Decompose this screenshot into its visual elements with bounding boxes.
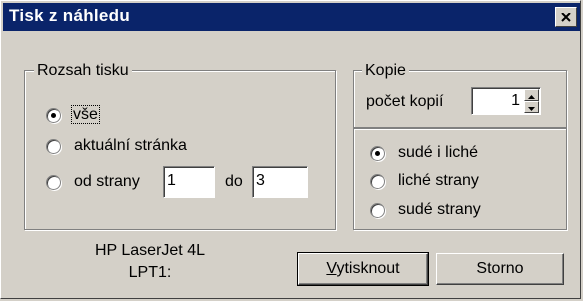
radio-from-page[interactable] bbox=[46, 175, 61, 190]
title-bar[interactable]: Tisk z náhledu bbox=[3, 3, 580, 31]
copies-count-value[interactable]: 1 bbox=[472, 90, 520, 112]
print-button-label-rest: ytisknout bbox=[336, 260, 400, 277]
copies-legend: Kopie bbox=[362, 62, 409, 80]
print-button-mnemonic: V bbox=[326, 260, 337, 277]
close-button[interactable] bbox=[555, 7, 577, 27]
copies-spinner[interactable]: 1 bbox=[471, 87, 541, 115]
radio-odd-pages[interactable] bbox=[370, 174, 385, 189]
radio-current-page-label[interactable]: aktuální stránka bbox=[74, 136, 187, 156]
close-icon bbox=[561, 12, 571, 22]
window-title: Tisk z náhledu bbox=[9, 6, 131, 25]
printer-port: LPT1: bbox=[128, 264, 172, 281]
print-button[interactable]: Vytisknout bbox=[297, 252, 429, 286]
to-page-input[interactable]: 3 bbox=[252, 166, 308, 198]
radio-even-pages-label[interactable]: sudé strany bbox=[398, 200, 481, 220]
radio-even-and-odd[interactable] bbox=[370, 146, 385, 161]
radio-all-label[interactable]: vše bbox=[71, 105, 100, 124]
radio-odd-pages-label[interactable]: liché strany bbox=[398, 171, 479, 191]
from-page-input[interactable]: 1 bbox=[163, 166, 215, 198]
printer-name: HP LaserJet 4L bbox=[95, 242, 205, 259]
radio-from-page-label[interactable]: od strany bbox=[74, 172, 140, 192]
radio-current-page[interactable] bbox=[46, 139, 61, 154]
radio-all[interactable] bbox=[46, 108, 61, 123]
spin-down-button[interactable] bbox=[524, 101, 539, 113]
cancel-button[interactable]: Storno bbox=[436, 253, 564, 285]
to-label: do bbox=[225, 173, 243, 190]
radio-even-and-odd-label[interactable]: sudé i liché bbox=[398, 143, 478, 163]
radio-even-pages[interactable] bbox=[370, 203, 385, 218]
arrow-down-icon bbox=[528, 98, 535, 116]
copies-count-label: počet kopií bbox=[366, 93, 444, 110]
print-range-legend: Rozsah tisku bbox=[34, 62, 132, 80]
